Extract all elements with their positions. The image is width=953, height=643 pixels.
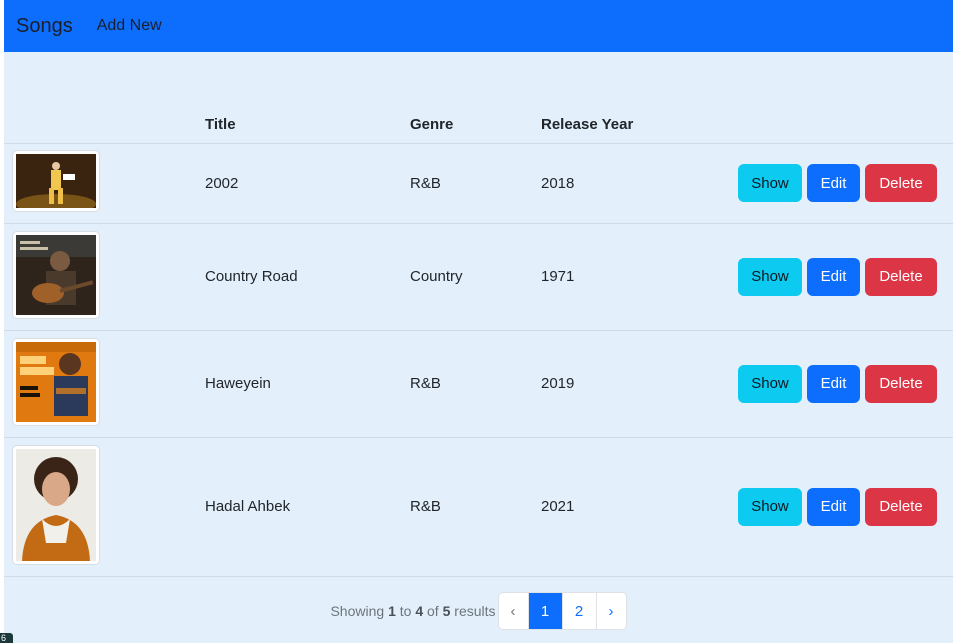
delete-button[interactable]: Delete bbox=[865, 164, 937, 202]
corner-badge: 6 bbox=[0, 633, 13, 643]
song-title: Hadal Ahbek bbox=[205, 437, 410, 577]
song-genre: R&B bbox=[410, 143, 541, 224]
pagination: ‹ 1 2 › bbox=[497, 592, 627, 630]
show-button[interactable]: Show bbox=[738, 164, 802, 202]
table-row: Haweyein R&B 2019 Show Edit Delete bbox=[4, 330, 953, 438]
song-thumbnail bbox=[12, 337, 100, 426]
song-thumbnail bbox=[12, 150, 100, 212]
show-button[interactable]: Show bbox=[738, 364, 802, 403]
song-thumbnail bbox=[12, 444, 100, 565]
table-row: Hadal Ahbek R&B 2021 Show Edit Delete bbox=[4, 437, 953, 577]
delete-button[interactable]: Delete bbox=[865, 257, 937, 296]
songs-table: Title Genre Release Year 2002 R&B 2018 S… bbox=[4, 52, 953, 577]
guitar-player-album-thumbnail bbox=[16, 234, 96, 315]
song-year: 2019 bbox=[541, 330, 721, 438]
song-title: 2002 bbox=[205, 143, 410, 224]
show-button[interactable]: Show bbox=[738, 257, 802, 296]
song-title: Haweyein bbox=[205, 330, 410, 438]
header-actions bbox=[721, 52, 953, 144]
edit-button[interactable]: Edit bbox=[807, 487, 860, 526]
top-navbar: Songs Add New bbox=[4, 0, 953, 52]
edit-button[interactable]: Edit bbox=[807, 164, 860, 202]
delete-button[interactable]: Delete bbox=[865, 487, 937, 526]
song-genre: R&B bbox=[410, 330, 541, 438]
header-title: Title bbox=[205, 52, 410, 144]
table-header-row: Title Genre Release Year bbox=[4, 52, 953, 144]
edit-button[interactable]: Edit bbox=[807, 257, 860, 296]
song-genre: Country bbox=[410, 223, 541, 331]
show-button[interactable]: Show bbox=[738, 487, 802, 526]
edit-button[interactable]: Edit bbox=[807, 364, 860, 403]
performer-on-stage-thumbnail bbox=[16, 154, 96, 208]
song-thumbnail bbox=[12, 230, 100, 319]
song-year: 1971 bbox=[541, 223, 721, 331]
pagination-footer: Showing 1 to 4 of 5 results ‹ 1 2 › bbox=[4, 592, 953, 630]
table-row: 2002 R&B 2018 Show Edit Delete bbox=[4, 143, 953, 224]
page-2-button[interactable]: 2 bbox=[561, 593, 596, 629]
delete-button[interactable]: Delete bbox=[865, 364, 937, 403]
song-title: Country Road bbox=[205, 223, 410, 331]
header-release-year: Release Year bbox=[541, 52, 721, 144]
song-genre: R&B bbox=[410, 437, 541, 577]
song-year: 2021 bbox=[541, 437, 721, 577]
header-image bbox=[4, 52, 205, 144]
page-1-button[interactable]: 1 bbox=[527, 593, 562, 629]
previous-page-button[interactable]: ‹ bbox=[499, 593, 528, 629]
results-summary: Showing 1 to 4 of 5 results bbox=[330, 603, 496, 619]
navbar-brand[interactable]: Songs bbox=[16, 15, 73, 38]
top-artist-cover-thumbnail bbox=[16, 341, 96, 422]
songs-content: Title Genre Release Year 2002 R&B 2018 S… bbox=[4, 52, 953, 643]
next-page-button[interactable]: › bbox=[595, 593, 626, 629]
song-year: 2018 bbox=[541, 143, 721, 224]
curly-haired-portrait-thumbnail bbox=[16, 448, 96, 561]
add-new-link[interactable]: Add New bbox=[97, 17, 162, 35]
header-genre: Genre bbox=[410, 52, 541, 144]
table-row: Country Road Country 1971 Show Edit Dele… bbox=[4, 223, 953, 331]
